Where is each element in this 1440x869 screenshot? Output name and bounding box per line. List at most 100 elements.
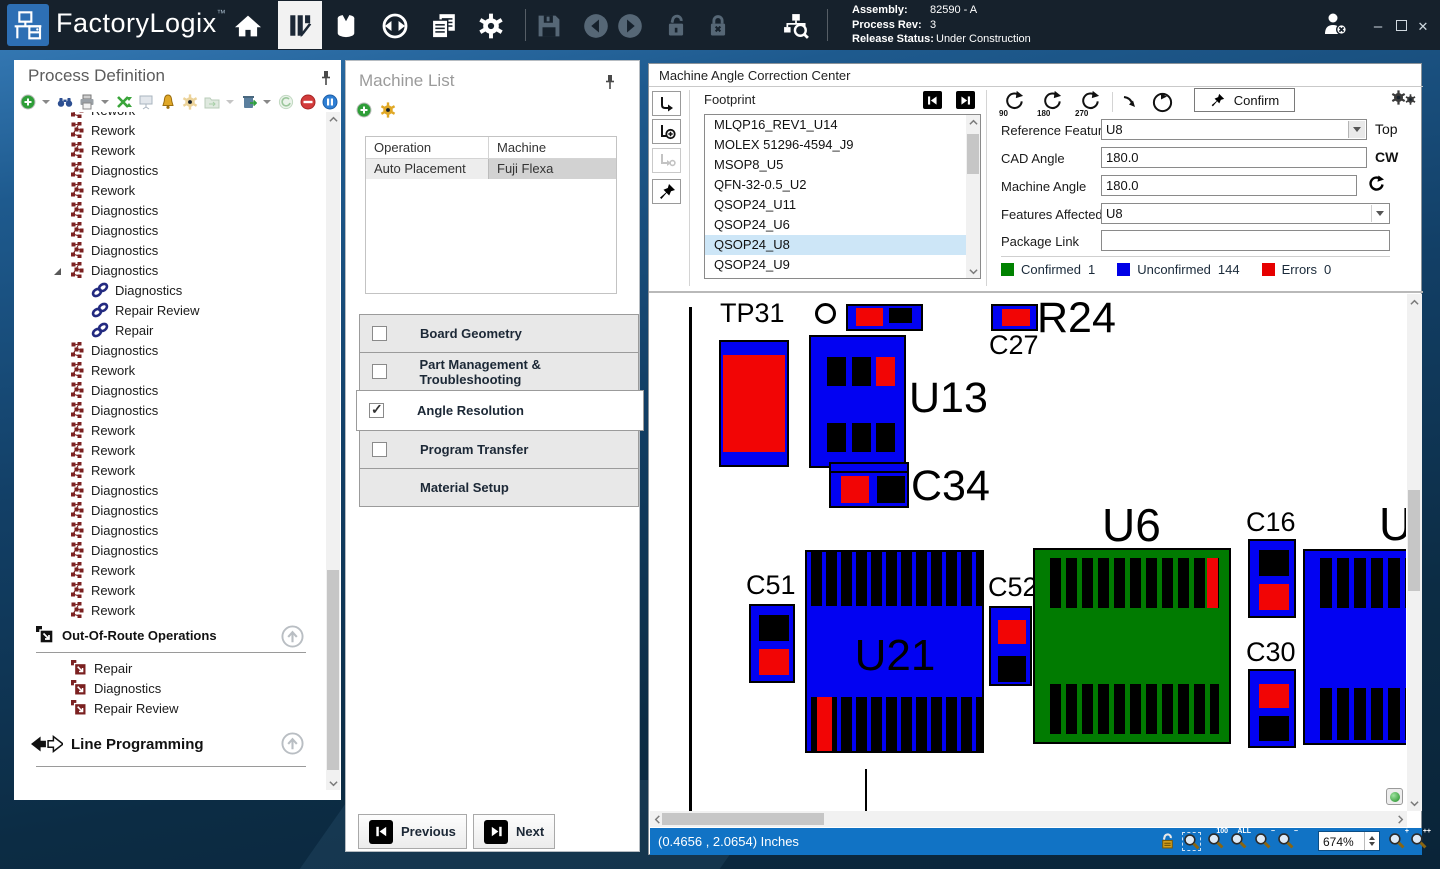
machine-cell[interactable]: Fuji Flexa [489, 159, 616, 179]
rotate-180-icon[interactable]: 180 [1037, 90, 1067, 116]
add-machine-icon[interactable] [355, 101, 372, 118]
cad-angle-input[interactable] [1101, 147, 1367, 168]
unlock-icon[interactable] [661, 11, 691, 41]
footprint-item[interactable]: QFN-32-0.5_U2 [705, 175, 967, 195]
step-row[interactable]: ✓ Material Setup [359, 468, 639, 507]
step-checkbox[interactable]: ✓ [372, 326, 387, 341]
pause-icon[interactable] [321, 94, 338, 111]
scroll-up-icon[interactable] [1407, 295, 1421, 309]
next-footprint-icon[interactable] [956, 91, 975, 109]
undo-icon[interactable] [581, 11, 611, 41]
user-logout-icon[interactable] [1320, 9, 1350, 39]
zoom-lock-icon[interactable] [1159, 832, 1178, 851]
machine-settings-gear-icon[interactable] [379, 101, 396, 118]
fit-view-button[interactable] [1386, 788, 1403, 805]
zoom-window-icon[interactable] [1182, 832, 1201, 851]
zoom-all-icon[interactable]: ALL [1230, 832, 1249, 851]
tree-item[interactable]: Rework [14, 112, 324, 120]
scrollbar-thumb[interactable] [967, 134, 979, 174]
rotate-90-icon[interactable]: 90 [999, 90, 1029, 116]
step-checkbox[interactable]: ✓ [372, 442, 387, 457]
scrollbar-thumb[interactable] [662, 813, 824, 825]
tree-scrollbar[interactable] [326, 112, 340, 790]
footprint-item[interactable]: QSOP24_U11 [705, 195, 967, 215]
zoom-out-step-icon[interactable]: − [1277, 832, 1296, 851]
chevron-down-icon[interactable] [1371, 205, 1388, 222]
footprint-item[interactable]: QSOP24_U9 [705, 255, 967, 275]
lock-cancel-icon[interactable] [703, 11, 733, 41]
tree-item[interactable]: Diagnostics [14, 200, 324, 220]
tree-item[interactable]: Diagnostics [14, 220, 324, 240]
reference-feature-combobox[interactable]: U8 [1101, 119, 1367, 140]
reset-rotation-icon[interactable] [1152, 92, 1173, 118]
promote-line-programming-icon[interactable] [281, 732, 304, 755]
tree-item[interactable]: Rework [14, 580, 324, 600]
package-link-input[interactable] [1101, 230, 1390, 251]
scroll-down-icon[interactable] [966, 264, 980, 278]
folder-dropdown-caret[interactable] [226, 100, 234, 104]
promote-out-of-route-icon[interactable] [281, 625, 304, 648]
tree-item[interactable]: Diagnostics [14, 240, 324, 260]
confirm-button[interactable]: Confirm [1194, 88, 1295, 112]
step-row[interactable]: ✓ Part Management & Troubleshooting [359, 352, 639, 391]
pcb-component-u-right[interactable] [1303, 549, 1406, 745]
tree-item[interactable]: Rework [14, 600, 324, 620]
minimize-button[interactable] [1368, 18, 1388, 36]
scroll-right-icon[interactable] [1393, 812, 1407, 826]
tree-item[interactable]: Diagnostics [14, 400, 324, 420]
process-audit-icon[interactable] [781, 11, 811, 41]
sync-operations-icon[interactable] [115, 94, 132, 111]
folder-sync-icon[interactable] [203, 94, 220, 111]
settings-gear-pale-icon[interactable] [181, 94, 198, 111]
footprint-item[interactable]: MSOP8_U5 [705, 155, 967, 175]
tree-item[interactable]: Diagnostics [14, 380, 324, 400]
tree-item[interactable]: Repair Review [14, 300, 324, 320]
alert-bell-icon[interactable] [159, 94, 176, 111]
scroll-up-icon[interactable] [966, 115, 980, 129]
refresh-angle-icon[interactable] [1367, 175, 1385, 198]
move-origin-icon[interactable] [652, 148, 681, 173]
out-of-route-header[interactable]: Out-Of-Route Operations [36, 626, 217, 644]
tree-item[interactable]: Rework [14, 440, 324, 460]
transfer-icon[interactable] [380, 11, 410, 41]
tree-item[interactable]: Diagnostics [14, 160, 324, 180]
out-of-route-item[interactable]: Repair Review [71, 698, 179, 718]
tree-item[interactable]: Rework [14, 560, 324, 580]
expander-icon[interactable] [54, 268, 61, 275]
add-operation-icon[interactable] [19, 94, 36, 111]
pin-icon[interactable] [604, 74, 616, 90]
pin-icon[interactable] [320, 70, 332, 86]
step-checkbox[interactable]: ✓ [369, 403, 384, 418]
previous-button[interactable]: Previous [358, 814, 467, 849]
pcb-component-u6[interactable] [1033, 548, 1231, 744]
print-icon[interactable] [78, 94, 95, 111]
advanced-settings-gears-icon[interactable] [1391, 90, 1416, 110]
zoom-spinner[interactable] [1364, 832, 1379, 850]
out-of-route-item[interactable]: Repair [71, 658, 179, 678]
features-affected-combobox[interactable]: U8 [1101, 203, 1390, 224]
out-of-route-item[interactable]: Diagnostics [71, 678, 179, 698]
process-editor-icon[interactable] [278, 1, 322, 49]
pcb-component-u21[interactable]: U21 [805, 550, 984, 753]
column-operation[interactable]: Operation [366, 137, 489, 158]
tree-item[interactable]: Rework [14, 180, 324, 200]
scrollbar-thumb[interactable] [327, 570, 339, 770]
confirm-dart-icon[interactable] [652, 179, 681, 204]
tree-item[interactable]: Rework [14, 360, 324, 380]
tree-item[interactable]: Rework [14, 460, 324, 480]
footprint-item[interactable]: MOLEX 51296-4594_J9 [705, 135, 967, 155]
pcb-component-c30[interactable] [1248, 669, 1296, 748]
pcb-component-u13[interactable] [809, 335, 906, 468]
scroll-up-icon[interactable] [326, 112, 340, 126]
operation-cell[interactable]: Auto Placement [366, 159, 489, 179]
tree-item[interactable]: Diagnostics [14, 520, 324, 540]
home-icon[interactable] [233, 11, 263, 41]
tree-item[interactable]: Rework [14, 140, 324, 160]
redo-icon[interactable] [615, 11, 645, 41]
step-checkbox[interactable]: ✓ [372, 364, 387, 379]
add-dropdown-caret[interactable] [42, 100, 50, 104]
pcb-vertical-scrollbar[interactable] [1407, 294, 1422, 811]
documents-icon[interactable] [428, 11, 458, 41]
close-button[interactable] [1413, 18, 1433, 36]
scrollbar-thumb[interactable] [1408, 490, 1420, 591]
